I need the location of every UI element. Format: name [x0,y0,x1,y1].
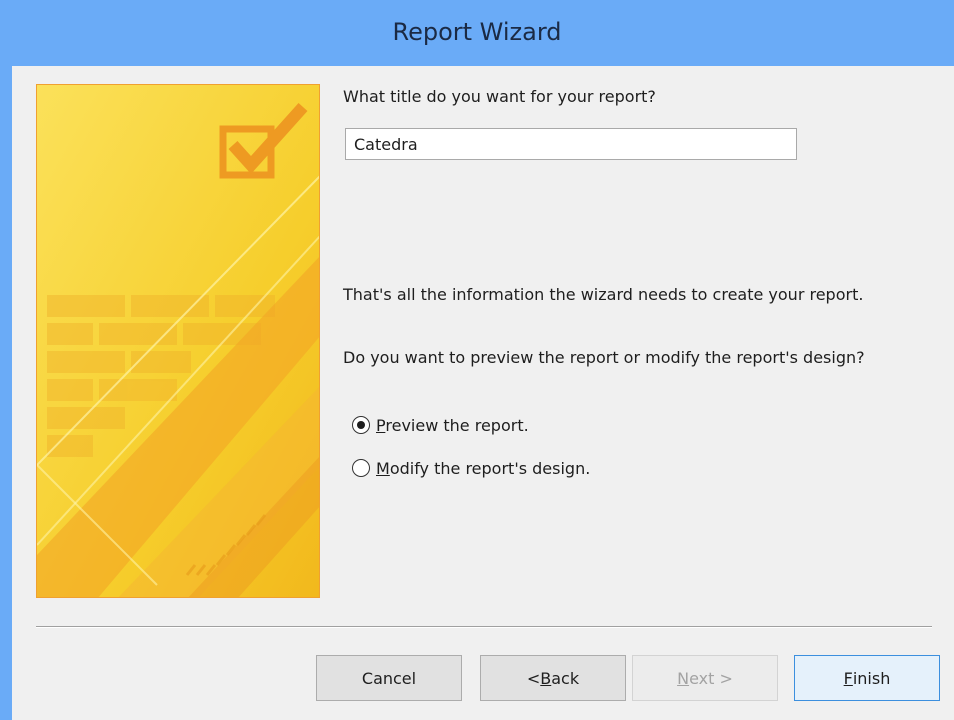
footer-separator-highlight [36,627,932,628]
title-bar[interactable]: Report Wizard [0,0,954,66]
modify-design-radio[interactable] [352,459,370,477]
wizard-info-text: That's all the information the wizard ne… [343,285,864,304]
report-title-question: What title do you want for your report? [343,87,656,106]
radio-selected-dot [357,421,365,429]
checkbox-art-icon [37,85,319,597]
finish-button[interactable]: Finish [794,655,940,701]
next-button[interactable]: Next > [632,655,778,701]
cancel-button[interactable]: Cancel [316,655,462,701]
modify-design-label[interactable]: Modify the report's design. [376,459,590,478]
preview-report-radio[interactable] [352,416,370,434]
report-title-input[interactable] [345,128,797,160]
preview-question: Do you want to preview the report or mod… [343,348,865,367]
modify-design-option[interactable]: Modify the report's design. [352,456,590,480]
preview-report-label[interactable]: Preview the report. [376,416,529,435]
wizard-illustration [36,84,320,598]
preview-report-option[interactable]: Preview the report. [352,413,529,437]
window-title: Report Wizard [392,18,562,46]
back-button[interactable]: < Back [480,655,626,701]
